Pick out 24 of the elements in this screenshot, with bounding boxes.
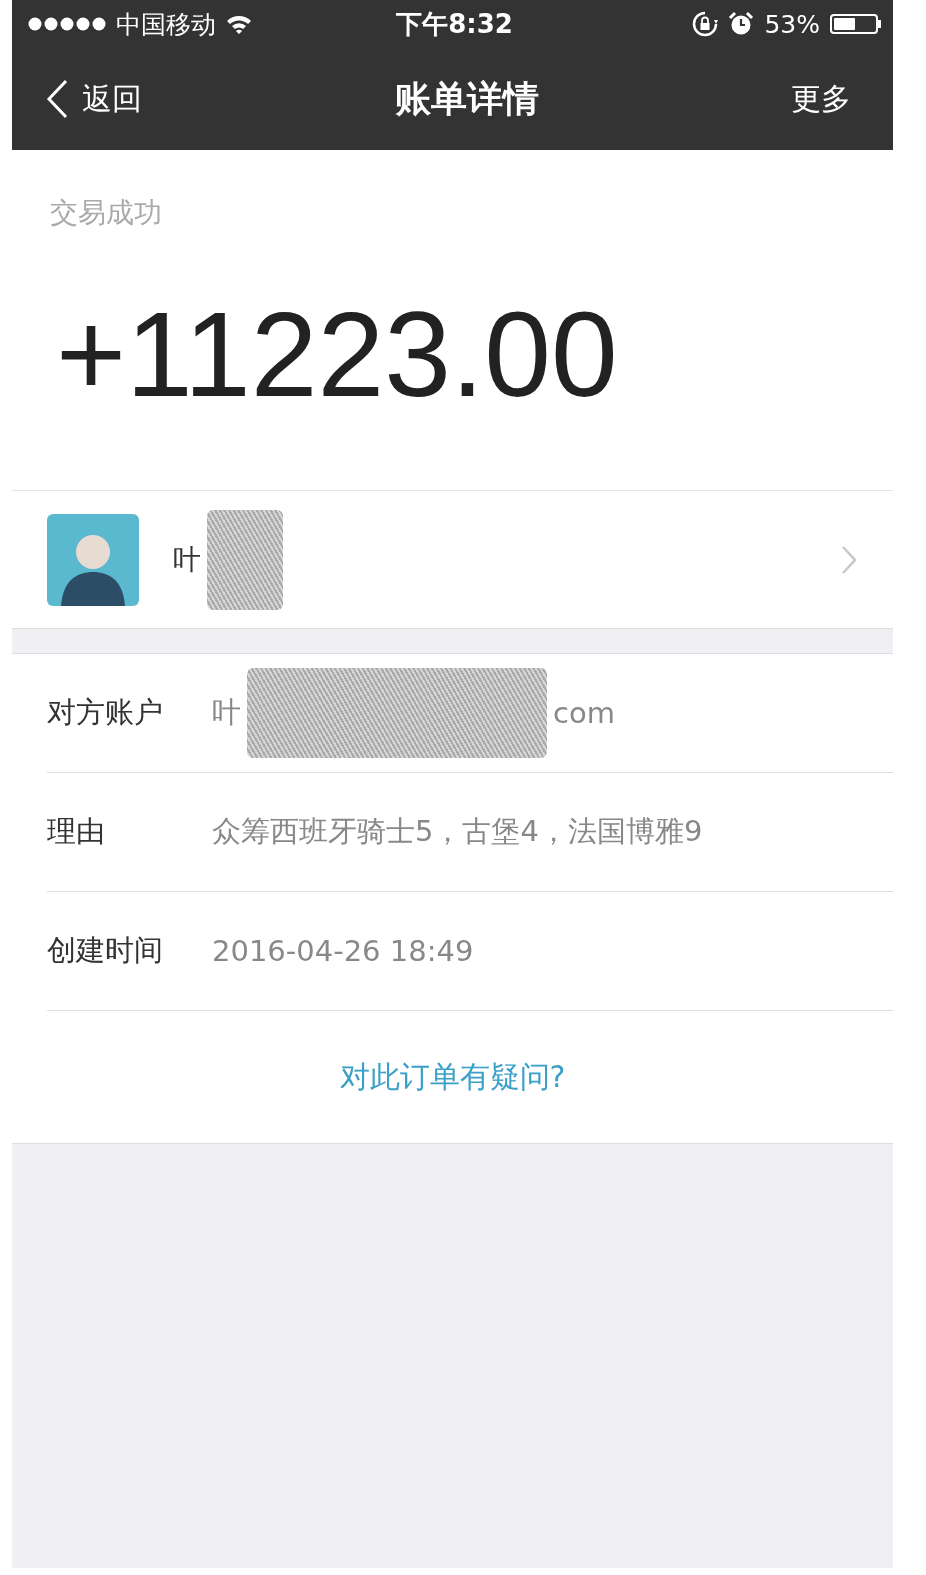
amount-value: +11223.00: [55, 286, 619, 423]
rotation-lock-icon: [692, 11, 719, 37]
detail-value: 众筹西班牙骑士5，古堡4，法国博雅9: [212, 813, 703, 850]
back-chevron-icon: [46, 79, 68, 119]
carrier-name: 中国移动: [116, 8, 216, 41]
back-button[interactable]: 返回: [46, 78, 142, 120]
chevron-right-icon: [841, 544, 857, 575]
transaction-status: 交易成功: [49, 195, 163, 231]
status-time: 下午8:32: [396, 7, 513, 41]
detail-value: com: [553, 696, 615, 730]
battery-icon: [830, 14, 881, 34]
page-title: 账单详情: [394, 76, 539, 121]
wifi-icon: [226, 14, 252, 34]
signal-icon: [28, 17, 106, 31]
detail-value: 叶: [212, 694, 241, 731]
battery-percent: 53%: [764, 9, 820, 39]
detail-label: 创建时间: [47, 932, 164, 969]
detail-value: 2016-04-26 18:49: [212, 934, 474, 968]
contact-row[interactable]: 叶: [12, 490, 893, 629]
contact-name: 叶: [173, 541, 201, 578]
detail-label: 对方账户: [47, 694, 164, 731]
detail-label: 理由: [47, 813, 106, 850]
alarm-icon: [728, 11, 755, 37]
more-button[interactable]: 更多: [791, 78, 851, 120]
